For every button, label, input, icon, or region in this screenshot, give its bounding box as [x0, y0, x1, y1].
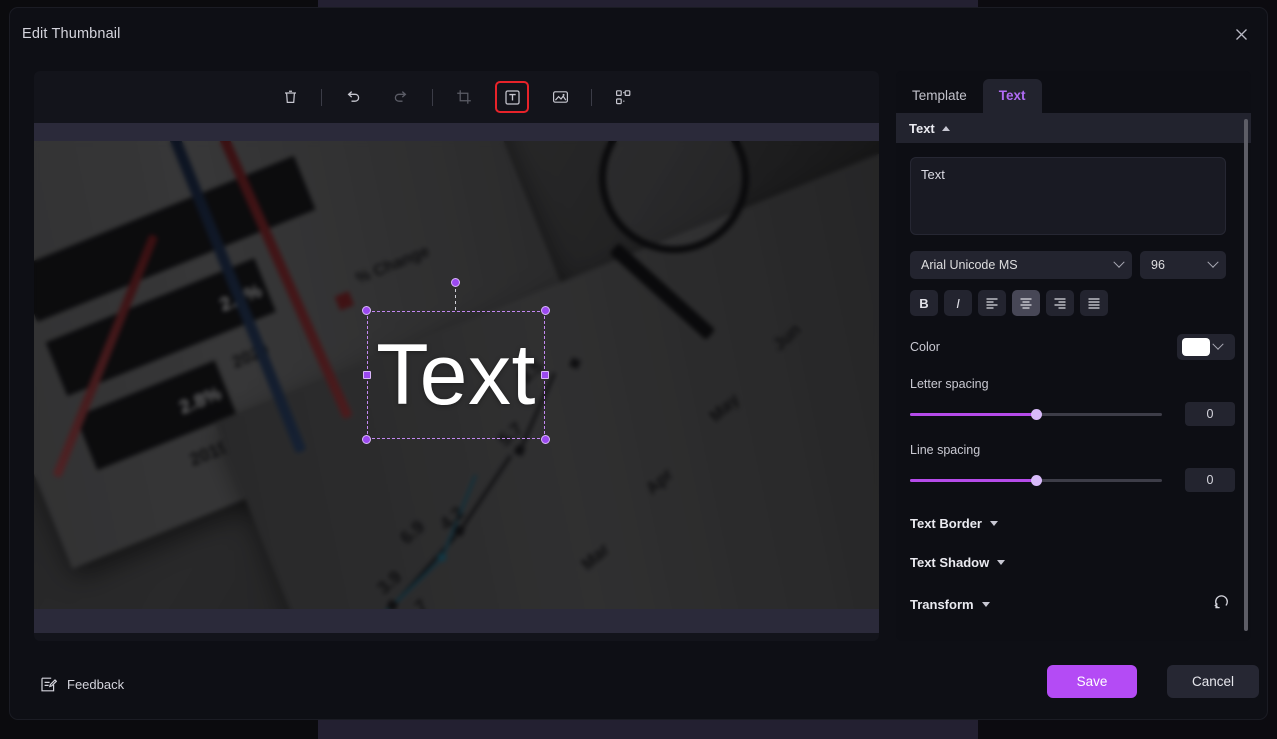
font-family-select[interactable]: Arial Unicode MS [910, 251, 1132, 279]
text-section-header[interactable]: Text [896, 113, 1251, 143]
align-center-button[interactable] [1012, 290, 1040, 316]
line-spacing-slider[interactable] [910, 474, 1162, 486]
resize-handle-tr[interactable] [541, 306, 550, 315]
font-family-value: Arial Unicode MS [921, 258, 1018, 272]
tab-text[interactable]: Text [982, 79, 1042, 113]
dialog-title: Edit Thumbnail [22, 26, 121, 42]
canvas-letterbox-bottom [34, 609, 879, 633]
text-border-section[interactable]: Text Border [910, 516, 1235, 531]
tab-template[interactable]: Template [896, 79, 983, 113]
resize-handle-tl[interactable] [362, 306, 371, 315]
close-icon[interactable] [1228, 21, 1254, 47]
edit-thumbnail-dialog: Edit Thumbnail 2.8% 2019 2020 % Change 3… [9, 7, 1268, 720]
resize-handle-right[interactable] [541, 371, 549, 379]
trash-icon[interactable] [273, 81, 307, 113]
resize-handle-left[interactable] [363, 371, 371, 379]
color-label: Color [910, 340, 940, 354]
text-border-label: Text Border [910, 516, 982, 531]
chevron-up-icon[interactable] [941, 125, 950, 131]
bold-glyph: B [919, 295, 929, 311]
save-button[interactable]: Save [1047, 665, 1137, 698]
resize-handle-bl[interactable] [362, 435, 371, 444]
format-row: B I [910, 290, 1235, 316]
font-row: Arial Unicode MS 96 [910, 251, 1235, 279]
font-size-value: 96 [1151, 258, 1165, 272]
toolbar-divider [591, 88, 592, 106]
properties-panel: Template Text Text Arial Unicode MS 96 [896, 71, 1251, 641]
text-section-title: Text [909, 120, 935, 136]
cancel-button[interactable]: Cancel [1167, 665, 1259, 698]
letter-spacing-label: Letter spacing [910, 377, 989, 391]
resize-handle-br[interactable] [541, 435, 550, 444]
transform-label: Transform [910, 596, 974, 612]
toolbar-divider [321, 88, 322, 106]
feedback-button[interactable]: Feedback [40, 676, 124, 693]
text-box-icon[interactable] [495, 81, 529, 113]
reset-icon[interactable] [1214, 594, 1231, 614]
align-right-button[interactable] [1046, 290, 1074, 316]
dialog-titlebar: Edit Thumbnail [10, 8, 1267, 58]
letter-spacing-slider[interactable] [910, 408, 1162, 420]
panel-scrollbar[interactable] [1244, 119, 1248, 631]
chevron-down-icon[interactable] [990, 521, 998, 526]
italic-button[interactable]: I [944, 290, 972, 316]
canvas-letterbox-top [34, 123, 879, 141]
panel-body: Arial Unicode MS 96 B I [896, 143, 1251, 641]
canvas-text-value: Text [376, 327, 536, 423]
editor-area: 2.8% 2.5% 2019 2020 Total retail sales %… [34, 71, 879, 641]
text-input[interactable] [910, 157, 1226, 235]
line-spacing-label: Line spacing [910, 443, 981, 457]
thumbnail-canvas[interactable]: 2.8% 2.5% 2019 2020 Total retail sales %… [34, 141, 879, 619]
chevron-down-icon [1113, 256, 1125, 268]
chevron-down-icon[interactable] [997, 560, 1006, 565]
chevron-down-icon [1212, 338, 1224, 350]
letter-spacing-value[interactable]: 0 [1185, 402, 1235, 426]
line-spacing-row: 0 [910, 468, 1235, 492]
rotate-handle[interactable] [451, 278, 460, 287]
italic-glyph: I [956, 295, 960, 311]
undo-icon[interactable] [336, 81, 370, 113]
color-picker-button[interactable] [1177, 334, 1235, 360]
chevron-down-icon[interactable] [981, 601, 990, 607]
chevron-down-icon [1207, 256, 1219, 268]
toolbar-divider [432, 88, 433, 106]
transform-section[interactable]: Transform [910, 594, 1235, 614]
panel-tabs: Template Text [896, 71, 1251, 113]
rotation-stem [455, 283, 456, 311]
feedback-label: Feedback [67, 677, 125, 692]
color-swatch [1182, 338, 1210, 356]
align-left-button[interactable] [978, 290, 1006, 316]
color-row: Color [910, 334, 1235, 360]
image-icon[interactable] [543, 81, 577, 113]
crop-icon[interactable] [447, 81, 481, 113]
align-justify-button[interactable] [1080, 290, 1108, 316]
redo-icon[interactable] [384, 81, 418, 113]
line-spacing-value[interactable]: 0 [1185, 468, 1235, 492]
text-shadow-section[interactable]: Text Shadow [910, 555, 1235, 570]
bold-button[interactable]: B [910, 290, 938, 316]
letter-spacing-row: 0 [910, 402, 1235, 426]
elements-icon[interactable] [606, 81, 640, 113]
canvas-text-object[interactable]: Text [362, 278, 550, 444]
text-shadow-label: Text Shadow [910, 555, 990, 570]
font-size-select[interactable]: 96 [1140, 251, 1226, 279]
editor-toolbar [34, 71, 879, 123]
